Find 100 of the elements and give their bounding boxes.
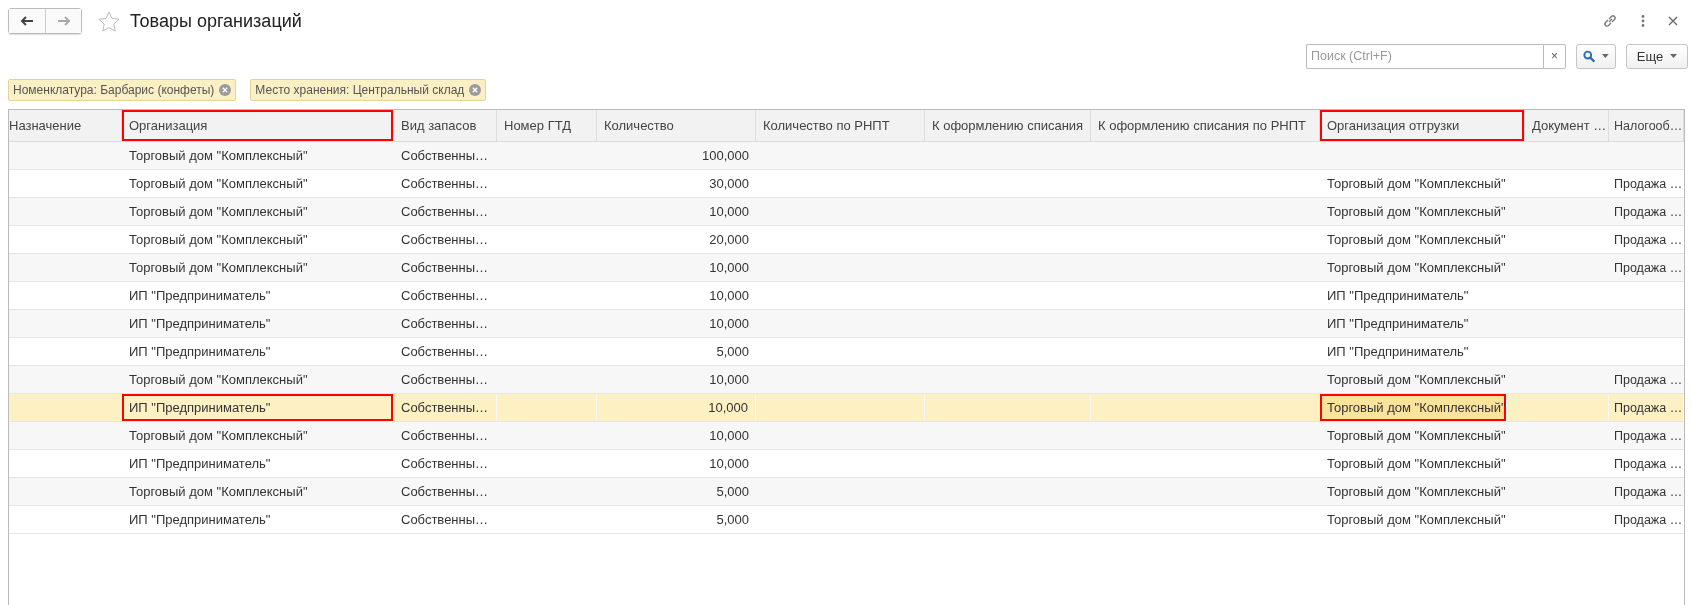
remove-icon[interactable] xyxy=(469,84,482,96)
quantity-cell-text: 10,000 xyxy=(708,259,750,277)
table-row[interactable]: ИП "Предприниматель" Собственны… 10,000 ИП "Предприниматель" xyxy=(9,310,1684,338)
table-cell-text: Продажа … xyxy=(1613,455,1684,473)
filter-chip[interactable]: Номенклатура: Барбарис (конфеты) xyxy=(8,79,237,101)
quantity-cell-text: 5,000 xyxy=(715,343,750,361)
quantity-cell-text: 10,000 xyxy=(708,287,750,305)
more-icon[interactable] xyxy=(1640,14,1646,28)
filter-chip[interactable]: Место хранения: Центральный склад xyxy=(250,79,487,101)
table-cell-text: Собственны… xyxy=(400,287,490,305)
caret-icon xyxy=(1602,54,1609,58)
table-cell-text: ИП "Предприниматель" xyxy=(128,511,272,529)
table-cell-text: Торговый дом "Комплексный" xyxy=(128,483,309,501)
table-cell-text: Торговый дом "Комплексный" xyxy=(1326,371,1507,389)
column-header[interactable]: Количество по РНПТ xyxy=(756,110,925,142)
right-arrow-icon xyxy=(56,16,71,26)
table-row[interactable]: Торговый дом "Комплексный" Собственны… 10,000 Торговый дом "Комплексный" Продажа … xyxy=(9,366,1684,394)
column-header[interactable]: К оформлению списания xyxy=(925,110,1091,142)
table-row[interactable]: Торговый дом "Комплексный" Собственны… 5,000 Торговый дом "Комплексный" Продажа … xyxy=(9,478,1684,506)
search-field[interactable]: Поиск (Ctrl+F) xyxy=(1306,43,1543,69)
table-cell-text: Собственны… xyxy=(400,203,490,221)
column-header[interactable]: Организация xyxy=(122,110,394,142)
column-header[interactable]: Документ … xyxy=(1525,110,1609,142)
table-cell-text: ИП "Предприниматель" xyxy=(1326,343,1470,361)
table-cell-text: Торговый дом "Комплексный" xyxy=(1326,175,1507,193)
star-icon[interactable] xyxy=(98,10,120,32)
quantity-cell-text: 10,000 xyxy=(708,455,750,473)
quantity-cell-text: 30,000 xyxy=(708,175,750,193)
table-cell-text: Продажа … xyxy=(1613,511,1684,529)
table-cell-text: Торговый дом "Комплексный" xyxy=(128,427,309,445)
table-cell-text: Торговый дом "Комплексный" xyxy=(1326,427,1507,445)
column-header[interactable]: Номер ГТД xyxy=(497,110,597,142)
table-cell-text: Торговый дом "Комплексный" xyxy=(1326,455,1507,473)
table-row[interactable]: Торговый дом "Комплексный" Собственны… 10,000 Торговый дом "Комплексный" Продажа … xyxy=(9,422,1684,450)
table-cell-text: Торговый дом "Комплексный" xyxy=(128,371,309,389)
table-cell-text: ИП "Предприниматель" xyxy=(1326,287,1470,305)
column-header[interactable]: Назначение xyxy=(9,110,122,142)
column-header[interactable]: Количество xyxy=(597,110,756,142)
table-row[interactable]: Торговый дом "Комплексный" Собственны… 10,000 Торговый дом "Комплексный" Продажа … xyxy=(9,198,1684,226)
close-icon[interactable] xyxy=(1668,16,1678,26)
table-cell-text: Торговый дом "Комплексный" xyxy=(1326,483,1507,501)
table-cell-text: Собственны… xyxy=(400,231,490,249)
search-icon xyxy=(1583,49,1596,63)
table-cell: ИП "Предприниматель" xyxy=(122,394,394,421)
table-cell-text: ИП "Предприниматель" xyxy=(128,315,272,333)
table-cell-text: Продажа … xyxy=(1613,483,1684,501)
table-cell-text: Собственны… xyxy=(400,147,490,165)
quantity-cell-text: 10,000 xyxy=(708,203,750,221)
table-cell-text: Собственны… xyxy=(400,315,490,333)
clear-button[interactable]: × xyxy=(1543,43,1566,69)
table-cell-text: ИП "Предприниматель" xyxy=(128,343,272,361)
column-header[interactable]: Организация отгрузки xyxy=(1320,110,1525,142)
quantity-cell-text: 10,000 xyxy=(708,427,750,445)
table-cell-text: Торговый дом "Комплексный" xyxy=(128,259,309,277)
table-cell-text: Торговый дом "Комплексный" xyxy=(1326,511,1507,529)
table-cell-text: Собственны… xyxy=(400,483,490,501)
quantity-cell-text: 20,000 xyxy=(708,231,750,249)
table-cell-text: Торговый дом "Комплексный" xyxy=(128,147,309,165)
table-row[interactable]: Торговый дом "Комплексный" Собственны… 10,000 Торговый дом "Комплексный" Продажа … xyxy=(9,254,1684,282)
table-cell-text: Торговый дом "Комплексный" xyxy=(128,175,309,193)
quantity-cell-text: 10,000 xyxy=(708,371,750,389)
table-cell-text: Торговый дом "Комплексный" xyxy=(128,203,309,221)
filter-label: Место хранения: Центральный склад xyxy=(255,83,465,97)
quantity-cell: 10,000 xyxy=(597,394,756,421)
column-header[interactable]: Налогооб… xyxy=(1609,110,1684,142)
table-cell-text: Продажа … xyxy=(1613,175,1684,193)
table-cell-text: Продажа … xyxy=(1613,203,1684,221)
table-row[interactable]: Торговый дом "Комплексный" Собственны… 100,000 xyxy=(9,142,1684,170)
column-header[interactable]: Вид запасов xyxy=(394,110,497,142)
quantity-cell-text: 5,000 xyxy=(715,511,750,529)
remove-icon[interactable] xyxy=(219,84,232,96)
table-cell-text: Собственны… xyxy=(400,343,490,361)
table-cell-text: Собственны… xyxy=(400,455,490,473)
column-header[interactable]: К оформлению списания по РНПТ xyxy=(1091,110,1320,142)
table-cell-text: Собственны… xyxy=(400,175,490,193)
table-cell: Собственны… xyxy=(394,394,497,421)
table-cell-text: Торговый дом "Комплексный" xyxy=(128,231,309,249)
table-cell-text: Продажа … xyxy=(1613,427,1684,445)
search-button[interactable] xyxy=(1576,43,1616,69)
window-title: Товары организаций xyxy=(130,10,302,32)
left-arrow-icon xyxy=(20,16,34,26)
back-button[interactable] xyxy=(9,9,45,33)
table-cell-text: Собственны… xyxy=(400,371,490,389)
quantity-cell-text: 100,000 xyxy=(701,147,750,165)
table-cell-text: ИП "Предприниматель" xyxy=(128,455,272,473)
table-cell-text: Торговый дом "Комплексный" xyxy=(1326,231,1507,249)
quantity-cell-text: 5,000 xyxy=(715,483,750,501)
table-cell-text: Собственны… xyxy=(400,259,490,277)
table-cell-text: Продажа … xyxy=(1613,259,1684,277)
more-button[interactable]: Еще xyxy=(1626,43,1688,69)
filter-label: Номенклатура: Барбарис (конфеты) xyxy=(13,83,215,97)
caret-icon xyxy=(1670,54,1678,58)
table-cell-text: Торговый дом "Комплексный" xyxy=(1326,203,1507,221)
table-cell: Продажа … xyxy=(1609,394,1684,421)
table-cell-text: ИП "Предприниматель" xyxy=(128,287,272,305)
table-cell-text: Торговый дом "Комплексный" xyxy=(1326,259,1507,277)
table-cell-text: Собственны… xyxy=(400,511,490,529)
table-cell-text: Продажа … xyxy=(1613,231,1684,249)
link-icon[interactable] xyxy=(1602,13,1618,29)
table-cell-text: Собственны… xyxy=(400,427,490,445)
